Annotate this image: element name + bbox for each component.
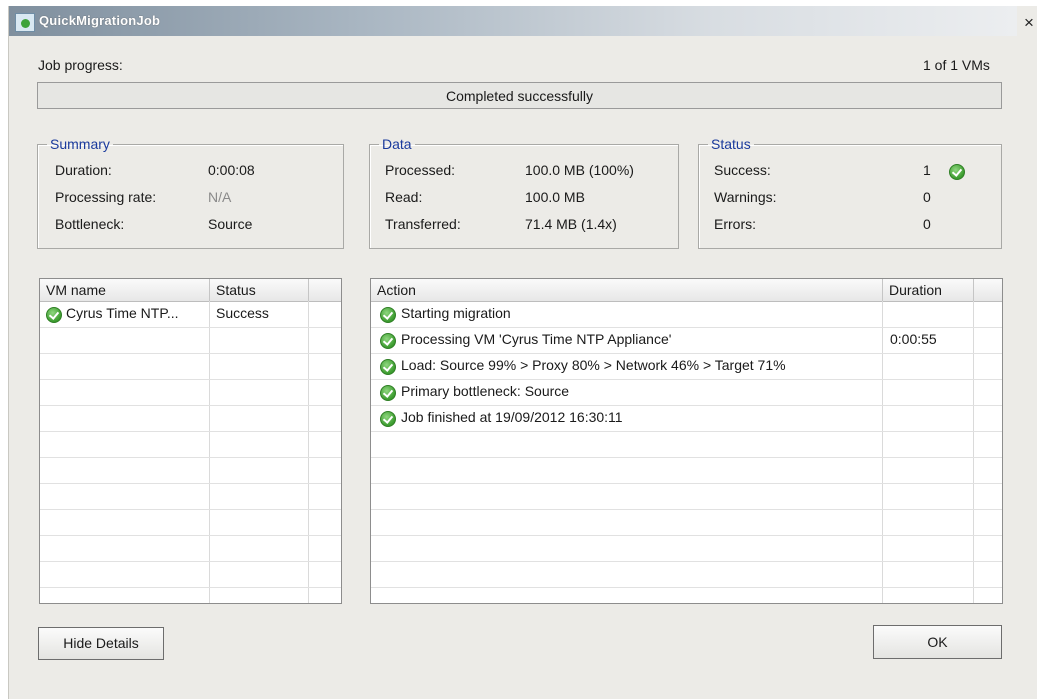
table-row — [40, 562, 341, 588]
action-cell: Job finished at 19/09/2012 16:30:11 — [401, 409, 623, 425]
hide-details-button[interactable]: Hide Details — [38, 627, 164, 660]
action-table-header: Action Duration — [371, 279, 1002, 302]
title-bar[interactable]: QuickMigrationJob — [9, 6, 1017, 36]
vm-table[interactable]: VM name Status Cyrus Time NTP... Success — [39, 278, 342, 604]
close-icon[interactable]: × — [1021, 14, 1037, 32]
action-duration-cell: 0:00:55 — [890, 331, 937, 347]
warnings-count: 0 — [923, 189, 931, 205]
table-row — [371, 536, 1002, 562]
table-row — [40, 458, 341, 484]
table-row[interactable]: Cyrus Time NTP... Success — [40, 302, 341, 328]
read-value: 100.0 MB — [525, 189, 585, 205]
table-row — [371, 432, 1002, 458]
table-row[interactable]: Load: Source 99% > Proxy 80% > Network 4… — [371, 354, 1002, 380]
processing-rate-value: N/A — [208, 189, 232, 205]
action-cell: Load: Source 99% > Proxy 80% > Network 4… — [401, 357, 786, 373]
errors-count: 0 — [923, 216, 931, 232]
job-progress-bar: Completed successfully — [37, 82, 1002, 109]
duration-column-header[interactable]: Duration — [883, 279, 974, 301]
action-column-header[interactable]: Action — [371, 279, 883, 301]
summary-legend: Summary — [50, 136, 110, 152]
table-row — [40, 406, 341, 432]
action-cell: Processing VM 'Cyrus Time NTP Appliance' — [401, 331, 672, 347]
vm-name-column-header[interactable]: VM name — [40, 279, 210, 301]
processing-rate-label: Processing rate: — [55, 189, 157, 205]
read-label: Read: — [385, 189, 423, 205]
success-check-icon — [380, 359, 396, 376]
table-row — [40, 510, 341, 536]
ok-button[interactable]: OK — [873, 625, 1002, 659]
success-check-icon — [380, 385, 396, 402]
table-row[interactable]: Starting migration — [371, 302, 1002, 328]
vm-table-header: VM name Status — [40, 279, 341, 302]
job-progress-label: Job progress: — [38, 57, 123, 73]
job-dialog: QuickMigrationJob × Job progress: 1 of 1… — [8, 6, 1037, 699]
table-row — [40, 432, 341, 458]
table-row — [371, 458, 1002, 484]
table-row[interactable]: Job finished at 19/09/2012 16:30:11 — [371, 406, 1002, 432]
table-row — [371, 510, 1002, 536]
window-title: QuickMigrationJob — [39, 13, 161, 28]
success-check-icon — [380, 307, 396, 324]
app-icon — [15, 13, 35, 32]
vm-count: 1 of 1 VMs — [923, 57, 990, 73]
data-legend: Data — [382, 136, 412, 152]
duration-label: Duration: — [55, 162, 112, 178]
success-label: Success: — [714, 162, 771, 178]
table-row — [371, 484, 1002, 510]
progress-status-text: Completed successfully — [445, 88, 594, 104]
success-check-icon — [46, 307, 62, 324]
processed-label: Processed: — [385, 162, 456, 178]
processed-value: 100.0 MB (100%) — [525, 162, 634, 178]
transferred-value: 71.4 MB (1.4x) — [525, 216, 617, 232]
table-row — [40, 354, 341, 380]
success-count: 1 — [923, 162, 931, 178]
table-row — [40, 380, 341, 406]
duration-value: 0:00:08 — [208, 162, 255, 178]
errors-label: Errors: — [714, 216, 756, 232]
status-legend: Status — [711, 136, 751, 152]
success-check-icon — [380, 333, 396, 350]
table-row — [40, 484, 341, 510]
table-row[interactable]: Primary bottleneck: Source — [371, 380, 1002, 406]
vm-status-column-header[interactable]: Status — [210, 279, 309, 301]
table-row — [40, 536, 341, 562]
warnings-label: Warnings: — [714, 189, 777, 205]
success-check-icon — [380, 411, 396, 428]
vm-status-cell: Success — [216, 305, 269, 321]
table-row[interactable]: Processing VM 'Cyrus Time NTP Appliance'… — [371, 328, 1002, 354]
bottleneck-label: Bottleneck: — [55, 216, 125, 232]
action-table[interactable]: Action Duration Starting migration Proces… — [370, 278, 1003, 604]
action-cell: Starting migration — [401, 305, 511, 321]
table-row — [40, 328, 341, 354]
vm-name-cell: Cyrus Time NTP... — [66, 305, 179, 321]
table-row — [371, 562, 1002, 588]
transferred-label: Transferred: — [385, 216, 461, 232]
bottleneck-value: Source — [208, 216, 253, 232]
action-cell: Primary bottleneck: Source — [401, 383, 570, 399]
